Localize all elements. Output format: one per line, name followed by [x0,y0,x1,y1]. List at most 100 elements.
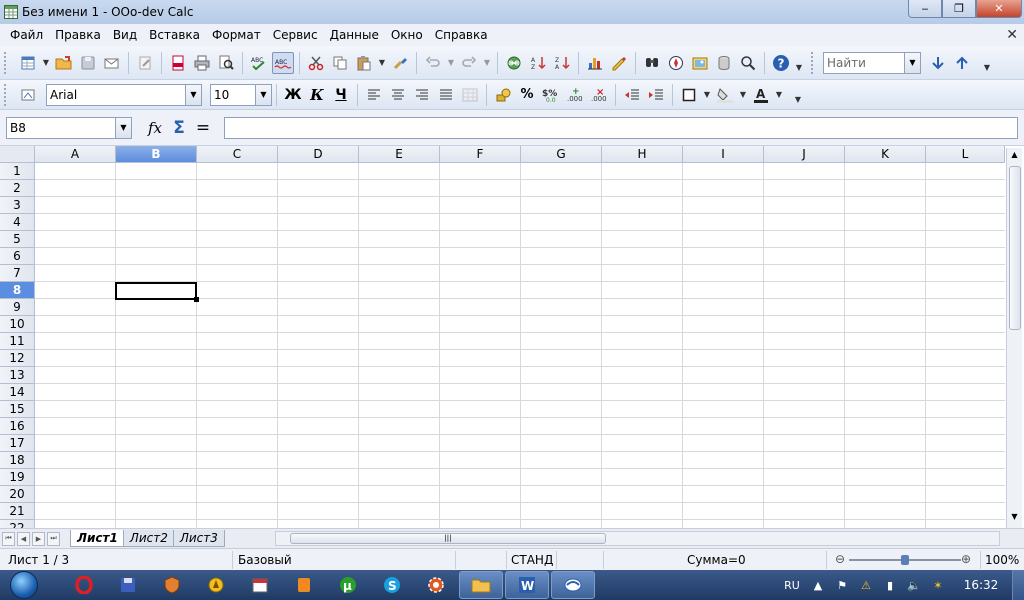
last-sheet-icon[interactable]: ⏭ [47,531,60,546]
font-color-icon[interactable]: A [750,84,772,106]
data-sources-icon[interactable] [713,52,735,74]
column-header-b[interactable]: B [116,146,197,163]
chevron-down-icon[interactable]: ▼ [774,84,784,106]
vertical-scroll-thumb[interactable] [1009,166,1021,330]
cut-icon[interactable] [305,52,327,74]
find-replace-icon[interactable] [641,52,663,74]
notes-app-icon[interactable] [282,571,326,599]
column-header-i[interactable]: I [683,146,764,163]
floppy-app-icon[interactable] [106,571,150,599]
font-size-box[interactable]: 10 ▼ [210,83,272,106]
undo-icon[interactable] [422,52,444,74]
scroll-up-icon[interactable]: ▲ [1007,150,1022,164]
menu-file[interactable]: Файл [4,28,49,42]
row-header[interactable]: 19 [0,469,35,486]
row-header[interactable]: 12 [0,350,35,367]
row-header[interactable]: 2 [0,180,35,197]
row-header[interactable]: 15 [0,401,35,418]
currency-format-icon[interactable] [492,84,514,106]
toolbar-grip[interactable] [811,51,819,74]
zoom-level[interactable]: 100% [985,553,1019,567]
standard-format-icon[interactable]: $% 0.0 [540,84,562,106]
toolbar-overflow-icon[interactable]: ▼ [793,89,803,111]
clone-formatting-icon[interactable] [389,52,411,74]
chevron-down-icon[interactable]: ▼ [904,52,920,73]
scroll-down-icon[interactable]: ▼ [1007,512,1022,526]
merge-cells-icon[interactable] [459,84,481,106]
formula-input[interactable] [224,117,1018,139]
minimize-button[interactable]: ‒ [908,0,942,18]
menu-edit[interactable]: Правка [49,28,107,42]
row-header[interactable]: 18 [0,452,35,469]
row-header[interactable]: 13 [0,367,35,384]
column-header-a[interactable]: A [35,146,116,163]
borders-icon[interactable] [678,84,700,106]
gear-app-icon[interactable] [414,571,458,599]
show-desktop-button[interactable] [1012,570,1024,600]
chevron-down-icon[interactable]: ▼ [446,52,456,74]
row-header[interactable]: 5 [0,231,35,248]
column-header-e[interactable]: E [359,146,440,163]
increase-indent-icon[interactable] [645,84,667,106]
find-field[interactable]: Найти ▼ [823,51,921,74]
align-left-icon[interactable] [363,84,385,106]
zoom-icon[interactable] [737,52,759,74]
toolbar-grip[interactable] [4,83,12,106]
navigator-icon[interactable] [665,52,687,74]
chevron-down-icon[interactable]: ▼ [41,52,51,74]
menu-help[interactable]: Справка [429,28,494,42]
select-all-corner[interactable] [0,146,35,163]
column-header-g[interactable]: G [521,146,602,163]
help-icon[interactable]: ? [770,52,792,74]
save-icon[interactable] [77,52,99,74]
decrease-indent-icon[interactable] [621,84,643,106]
chevron-down-icon[interactable]: ▼ [255,84,271,105]
align-center-icon[interactable] [387,84,409,106]
toolbar-grip[interactable] [4,51,12,74]
close-document-button[interactable]: ✕ [1006,27,1018,43]
chevron-down-icon[interactable]: ▼ [702,84,712,106]
utorrent-icon[interactable]: µ [326,571,370,599]
security-app-icon[interactable] [150,571,194,599]
calendar-app-icon[interactable] [238,571,282,599]
page-style[interactable]: Базовый [238,553,292,567]
menu-window[interactable]: Окно [385,28,429,42]
chevron-down-icon[interactable]: ▼ [482,52,492,74]
chevron-up-icon[interactable]: ▲ [806,579,830,592]
column-header-l[interactable]: L [926,146,1005,163]
copy-icon[interactable] [329,52,351,74]
open-folder-icon[interactable] [53,52,75,74]
sum-button[interactable]: Σ [168,117,190,139]
menu-data[interactable]: Данные [324,28,385,42]
delete-decimal-icon[interactable]: .000 × [588,84,610,106]
skype-icon[interactable]: S [370,571,414,599]
previous-sheet-icon[interactable]: ◀ [17,531,30,546]
sort-descending-icon[interactable]: ZA [551,52,573,74]
row-header-selected[interactable]: 8 [0,282,35,299]
row-header[interactable]: 1 [0,163,35,180]
function-button[interactable]: = [192,117,214,139]
start-button[interactable] [6,570,42,600]
bold-button[interactable]: Ж [282,84,304,106]
toolbar-overflow-icon[interactable]: ▼ [982,57,992,79]
explorer-folder-icon[interactable] [459,571,503,599]
sort-ascending-icon[interactable]: AZ [527,52,549,74]
clock[interactable]: 16:32 [950,578,1012,592]
add-decimal-icon[interactable]: .000 + [564,84,586,106]
language-indicator[interactable]: RU [778,579,806,592]
name-box[interactable]: B8 ▼ [6,116,132,139]
close-window-button[interactable]: ✕ [976,0,1022,18]
insert-mode[interactable]: СТАНД [511,553,553,567]
font-name-box[interactable]: Arial ▼ [46,83,202,106]
find-previous-icon[interactable] [951,52,973,74]
row-header[interactable]: 22 [0,520,35,528]
align-right-icon[interactable] [411,84,433,106]
zoom-knob[interactable] [901,555,909,565]
row-header[interactable]: 20 [0,486,35,503]
export-pdf-icon[interactable] [167,52,189,74]
battery-icon[interactable]: ▮ [878,579,902,592]
underline-button[interactable]: Ч [330,84,352,106]
new-document-icon[interactable] [17,52,39,74]
sheet-tab-3[interactable]: Лист3 [172,530,225,547]
draw-functions-icon[interactable] [608,52,630,74]
